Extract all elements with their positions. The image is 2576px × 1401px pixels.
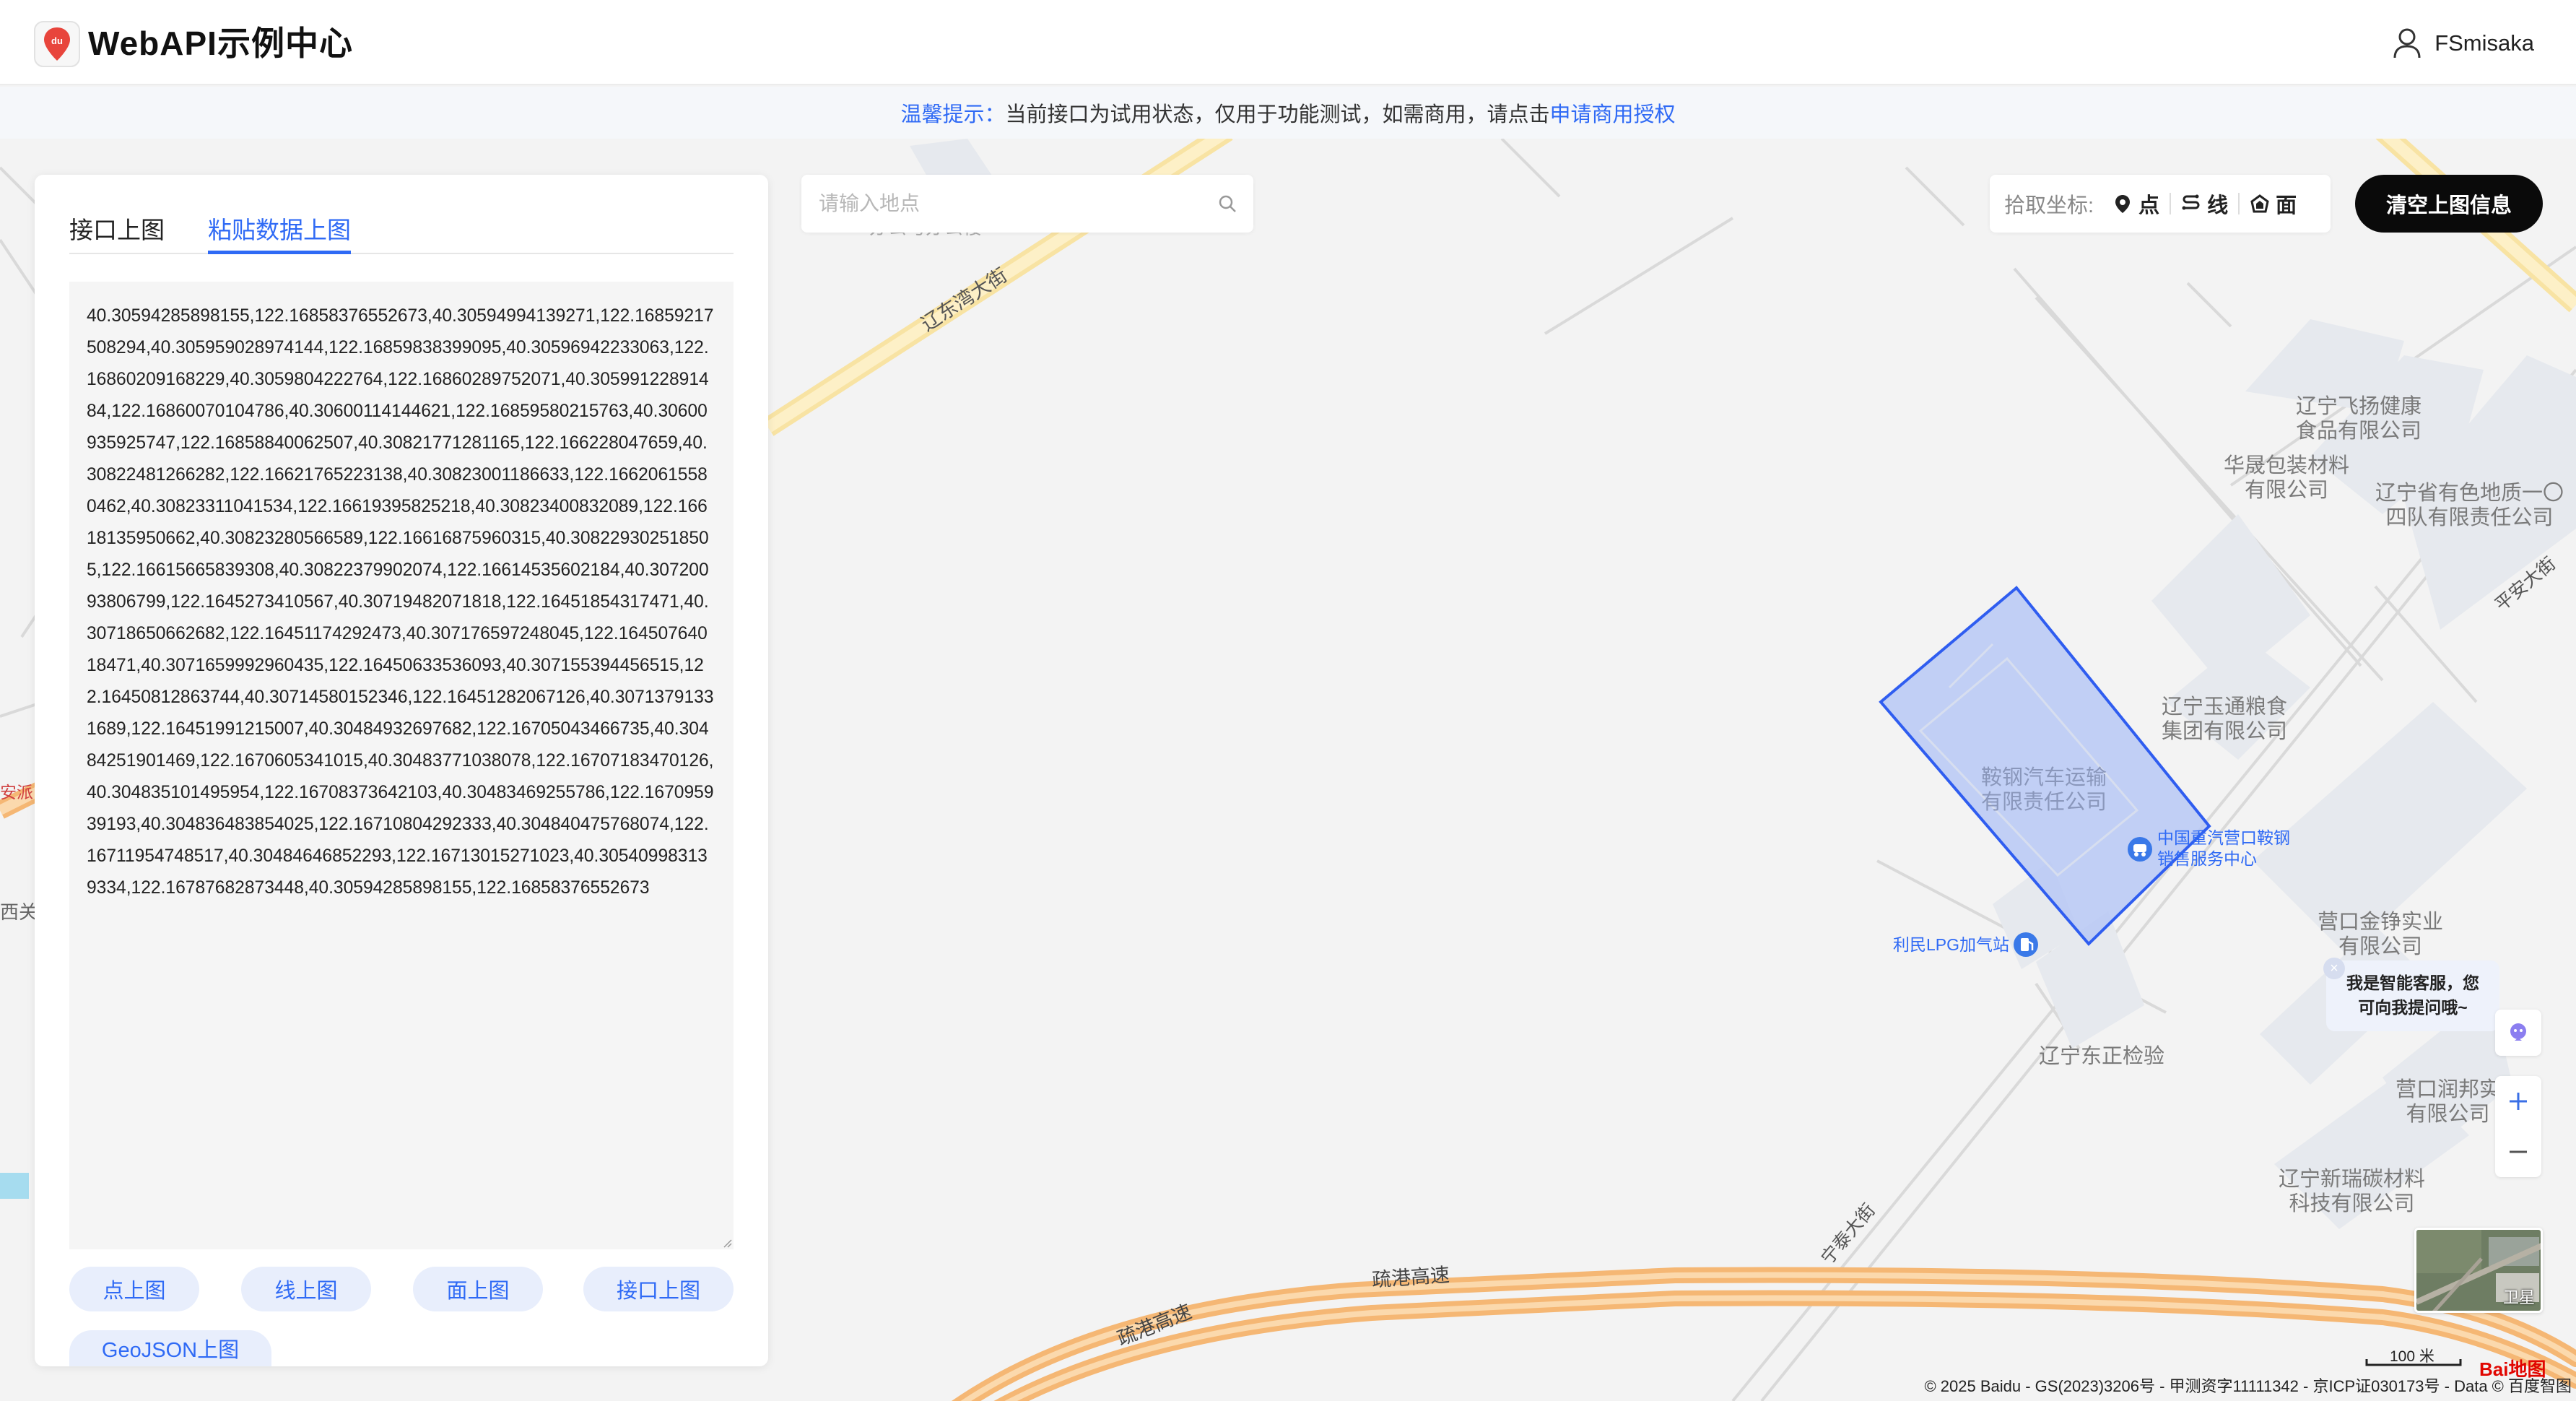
copyright-text: © 2025 Baidu - GS(2023)3206号 - 甲测资字11111… xyxy=(1924,1377,2572,1395)
svg-text:du: du xyxy=(51,35,63,46)
geojson-plot-button[interactable]: GeoJSON上图 xyxy=(69,1330,271,1366)
polyline-icon xyxy=(2182,194,2200,210)
map-label-yutong: 辽宁玉通粮食 集团有限公司 xyxy=(2162,695,2288,743)
scale-bar xyxy=(2365,1359,2462,1366)
poi-label-lpg[interactable]: 利民LPG加气站 xyxy=(1893,934,2009,955)
close-icon[interactable]: × xyxy=(2323,958,2345,979)
map-label-feiyang: 辽宁飞扬健康 食品有限公司 xyxy=(2296,395,2422,443)
map-label-xiguan: 西关 xyxy=(0,901,38,923)
notice-label: 温馨提示： xyxy=(900,103,1006,126)
map-label-huasheng: 华晟包装材料 有限公司 xyxy=(2224,454,2350,502)
polygon-icon xyxy=(2250,194,2269,213)
car-service-icon xyxy=(2128,837,2152,862)
pick-line-button[interactable]: 线 xyxy=(2171,188,2238,219)
pick-point-label: 点 xyxy=(2138,194,2160,217)
point-plot-button[interactable]: 点上图 xyxy=(69,1267,199,1311)
picker-label: 拾取坐标: xyxy=(2004,194,2094,217)
coordinates-textarea[interactable] xyxy=(69,282,734,1249)
search-icon[interactable] xyxy=(1217,194,1237,214)
polygon-plot-button[interactable]: 面上图 xyxy=(413,1267,543,1311)
app-title: WebAPI示例中心 xyxy=(88,25,353,62)
coordinate-picker: 拾取坐标: 点 线 面 xyxy=(1990,175,2331,233)
apply-license-link[interactable]: 申请商用授权 xyxy=(1550,97,1676,128)
user-icon xyxy=(2393,28,2421,58)
map-label-xinruitan: 辽宁新瑞碳材料 科技有限公司 xyxy=(2279,1168,2426,1215)
location-pin-icon xyxy=(2115,195,2131,213)
notice-bar: 温馨提示： 当前接口为试用状态，仅用于功能测试，如需商用，请点击 申请商用授权 xyxy=(0,87,2576,139)
tab-paste-data-plot[interactable]: 粘贴数据上图 xyxy=(208,211,351,254)
chat-bot-icon xyxy=(2510,1023,2526,1041)
zoom-out-button[interactable] xyxy=(2495,1127,2541,1177)
assistant-bubble[interactable]: 我是智能客服，您可向我提问哦~ xyxy=(2326,960,2499,1031)
top-header: du WebAPI示例中心 FSmisaka xyxy=(0,0,2576,85)
pick-line-label: 线 xyxy=(2207,194,2229,217)
minus-icon xyxy=(2510,1150,2527,1153)
pick-polygon-label: 面 xyxy=(2276,194,2297,217)
map-label-youse: 辽宁省有色地质一〇 四队有限责任公司 xyxy=(2375,482,2564,529)
map-label-angang: 鞍钢汽车运输 有限责任公司 xyxy=(1981,766,2107,814)
search-input[interactable] xyxy=(819,175,1209,233)
zoom-control xyxy=(2495,1076,2541,1177)
zoom-in-button[interactable] xyxy=(2495,1076,2541,1127)
logo-icon: du xyxy=(34,21,80,67)
assistant-button[interactable] xyxy=(2495,1010,2541,1056)
map-label-runbang: 营口润邦实 有限公司 xyxy=(2396,1078,2501,1126)
map-label-anpai: 安派 xyxy=(0,783,33,802)
map-label-jinzheng: 营口金铮实业 有限公司 xyxy=(2318,911,2444,958)
poi-label-zhongguo[interactable]: 中国重汽营口鞍钢 销售服务中心 xyxy=(2157,828,2290,869)
line-plot-button[interactable]: 线上图 xyxy=(241,1267,371,1311)
pick-point-button[interactable]: 点 xyxy=(2102,188,2170,219)
api-plot-button[interactable]: 接口上图 xyxy=(583,1267,734,1311)
pick-polygon-button[interactable]: 面 xyxy=(2240,188,2307,219)
data-panel: 接口上图 粘贴数据上图 点上图 线上图 面上图 接口上图 GeoJSON上图 xyxy=(35,175,768,1366)
satellite-toggle[interactable]: 卫星 xyxy=(2414,1228,2543,1313)
notice-text: 当前接口为试用状态，仅用于功能测试，如需商用，请点击 xyxy=(1005,103,1550,126)
user-menu[interactable]: FSmisaka xyxy=(2393,25,2534,62)
satellite-label: 卫星 xyxy=(2502,1288,2535,1306)
clear-plot-button[interactable]: 清空上图信息 xyxy=(2355,175,2543,233)
place-search-box[interactable] xyxy=(801,175,1253,233)
user-name: FSmisaka xyxy=(2434,30,2534,56)
resize-grip-icon[interactable] xyxy=(722,1238,732,1248)
map-label-dongzheng: 辽宁东正检验 xyxy=(2039,1045,2165,1068)
plus-icon xyxy=(2510,1093,2527,1110)
gas-station-icon xyxy=(2014,932,2038,957)
panel-tabs: 接口上图 粘贴数据上图 xyxy=(69,196,734,254)
tab-api-plot[interactable]: 接口上图 xyxy=(69,211,165,254)
